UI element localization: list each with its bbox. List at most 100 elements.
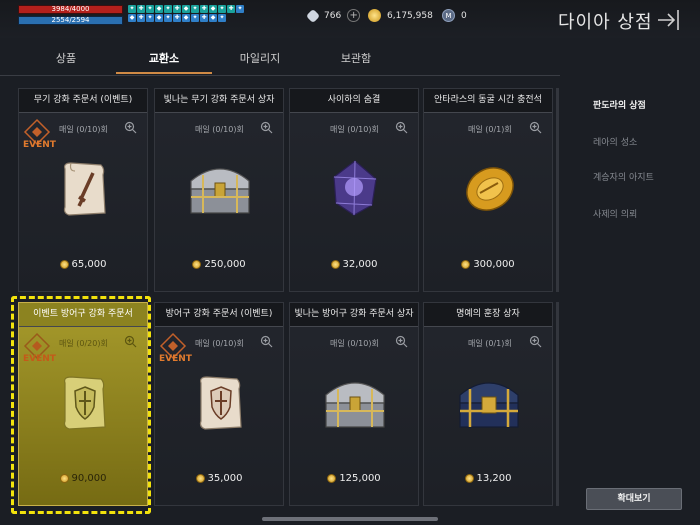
mp-bar: 2554/2594: [18, 16, 123, 25]
buff-icon[interactable]: ◆: [155, 5, 163, 13]
magnify-icon[interactable]: [260, 121, 273, 134]
gold-coin-icon: [195, 474, 205, 483]
buff-icons: ✦ ✚ ✦ ◆ ✦ ✚ ◆ ✦ ✚ ◆ ✦ ✚ ✦ ◆ ✚ ✦ ◆ ✦ ✚ ◆ ✦ ✚ ◆ ✦: [128, 5, 246, 22]
buff-icon[interactable]: ✦: [146, 14, 154, 22]
gold-coin-icon: [192, 260, 202, 269]
sidebar-item-priest-request[interactable]: 사제의 의뢰: [593, 207, 637, 220]
buff-icon[interactable]: ◆: [182, 5, 190, 13]
weapon-scroll-icon: [63, 162, 106, 216]
item-price-value: 65,000: [71, 259, 107, 270]
item-price: 13,200: [424, 473, 552, 484]
item-name: 사이하의 숨결: [290, 89, 418, 113]
tab-mileage[interactable]: 마일리지: [212, 50, 308, 66]
tab-storage[interactable]: 보관함: [308, 50, 404, 66]
shop-item-card[interactable]: 방어구 강화 주문서 (이벤트) EVENT 매일 (0/10)회 35,000: [154, 302, 284, 506]
diamond-icon: [305, 8, 321, 23]
buff-icon[interactable]: ✦: [218, 14, 226, 22]
buff-icon[interactable]: ✚: [200, 14, 208, 22]
purchase-limit: 매일 (0/1)회: [468, 125, 512, 134]
shop-item-card[interactable]: 빛나는 방어구 강화 주문서 상자 매일 (0/10)회 125,000: [289, 302, 419, 506]
zoom-view-button[interactable]: 확대보기: [586, 488, 682, 510]
gold-coin-icon: [327, 474, 337, 483]
buff-icon[interactable]: ✚: [137, 14, 145, 22]
add-diamond-button[interactable]: +: [347, 9, 361, 22]
magnify-icon[interactable]: [529, 121, 542, 134]
buff-icon[interactable]: ✦: [218, 5, 226, 13]
item-price: 35,000: [155, 473, 283, 484]
shop-item-card[interactable]: 명예의 훈장 상자 매일 (0/1)회 13,200: [423, 302, 553, 506]
purchase-limit: 매일 (0/10)회: [330, 339, 379, 348]
buff-icon[interactable]: ✦: [164, 5, 172, 13]
selection-highlight: [11, 296, 151, 514]
buff-icon[interactable]: ◆: [155, 14, 163, 22]
item-name: 안타라스의 동굴 시간 충전석: [424, 89, 552, 113]
next-card-edge: [556, 88, 559, 292]
item-price-value: 125,000: [339, 473, 381, 484]
sidebar-item-successor-hideout[interactable]: 계승자의 아지트: [593, 170, 654, 183]
buff-icon[interactable]: ✦: [128, 5, 136, 13]
gold-coin-icon: [464, 474, 474, 483]
buff-icon[interactable]: ✦: [191, 14, 199, 22]
mileage-currency: M 0: [442, 9, 467, 22]
item-name: 방어구 강화 주문서 (이벤트): [155, 303, 283, 327]
shop-item-card[interactable]: 안타라스의 동굴 시간 충전석 매일 (0/1)회 300,000: [423, 88, 553, 292]
buff-icon[interactable]: ✚: [200, 5, 208, 13]
gold-stone-icon: [466, 167, 514, 211]
buff-icon[interactable]: ◆: [182, 14, 190, 22]
buff-icon[interactable]: ✚: [173, 5, 181, 13]
item-name: 빛나는 무기 강화 주문서 상자: [155, 89, 283, 113]
event-label: EVENT: [159, 354, 193, 364]
shop-item-card[interactable]: 빛나는 무기 강화 주문서 상자 매일 (0/10)회 250,000: [154, 88, 284, 292]
buff-icon[interactable]: ✦: [164, 14, 172, 22]
buff-icon[interactable]: ✚: [173, 14, 181, 22]
purchase-limit: 매일 (0/10)회: [59, 125, 108, 134]
item-name: 무기 강화 주문서 (이벤트): [19, 89, 147, 113]
magnify-icon[interactable]: [395, 335, 408, 348]
shop-item-card[interactable]: 사이하의 숨결 매일 (0/10)회 32,000: [289, 88, 419, 292]
purple-gem-icon: [333, 160, 377, 216]
buff-icon[interactable]: ◆: [209, 14, 217, 22]
sidebar-item-pandora-shop[interactable]: 판도라의 상점: [593, 98, 646, 111]
gold-coin-icon: [330, 260, 340, 269]
tab-products[interactable]: 상품: [18, 50, 114, 66]
buff-icon[interactable]: ✚: [137, 5, 145, 13]
magnify-icon[interactable]: [395, 121, 408, 134]
magnify-icon[interactable]: [529, 335, 542, 348]
item-price: 250,000: [155, 259, 283, 270]
item-name: 빛나는 방어구 강화 주문서 상자: [290, 303, 418, 327]
buff-icon[interactable]: ✦: [146, 5, 154, 13]
buff-icon[interactable]: ✦: [191, 5, 199, 13]
gold-currency: 6,175,958: [368, 9, 433, 22]
purchase-limit: 매일 (0/10)회: [195, 125, 244, 134]
silver-chest-icon: [325, 382, 385, 428]
magnify-icon[interactable]: [260, 335, 273, 348]
diamond-currency: 766 +: [305, 8, 361, 23]
purchase-limit: 매일 (0/10)회: [330, 125, 379, 134]
buff-icon[interactable]: ✦: [236, 5, 244, 13]
magnify-icon[interactable]: [124, 121, 137, 134]
item-price: 65,000: [19, 259, 147, 270]
item-price: 125,000: [290, 473, 418, 484]
silver-chest-icon: [190, 168, 250, 214]
event-badge-icon: EVENT: [159, 332, 193, 364]
item-price-value: 250,000: [204, 259, 246, 270]
sidebar-item-rhea-sanctuary[interactable]: 레아의 성소: [593, 135, 637, 148]
item-name: 명예의 훈장 상자: [424, 303, 552, 327]
buff-icon[interactable]: ◆: [128, 14, 136, 22]
item-price-value: 13,200: [476, 473, 512, 484]
armor-scroll-icon: [199, 376, 242, 430]
blue-chest-icon: [459, 382, 519, 428]
shop-item-card[interactable]: 무기 강화 주문서 (이벤트) EVENT 매일 (0/10)회 65,000: [18, 88, 148, 292]
buff-icon[interactable]: ✚: [227, 5, 235, 13]
mileage-value: 0: [461, 10, 467, 21]
gold-coin-icon: [461, 260, 471, 269]
tab-bar: 상품 교환소 마일리지 보관함: [0, 38, 560, 76]
page-title: 다이아 상점: [558, 12, 653, 33]
tab-exchange[interactable]: 교환소: [116, 50, 212, 66]
buff-icon[interactable]: ◆: [209, 5, 217, 13]
event-label: EVENT: [23, 140, 57, 150]
home-indicator[interactable]: [262, 517, 438, 521]
exit-icon[interactable]: [656, 8, 684, 32]
diamond-value: 766: [324, 10, 342, 21]
item-price-value: 35,000: [207, 473, 243, 484]
